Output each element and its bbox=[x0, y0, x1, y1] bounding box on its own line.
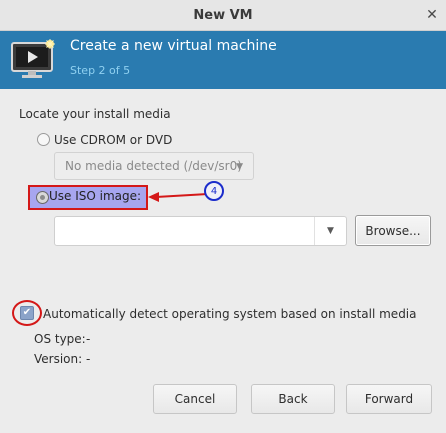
cdrom-device-value: No media detected (/dev/sr0) bbox=[65, 159, 242, 173]
version-label: Version: bbox=[34, 352, 83, 366]
close-icon[interactable]: ✕ bbox=[422, 5, 442, 25]
chevron-down-icon[interactable]: ▼ bbox=[314, 217, 346, 245]
vm-monitor-icon bbox=[11, 39, 55, 78]
browse-button[interactable]: Browse... bbox=[355, 215, 431, 246]
iso-path-combobox[interactable]: ▼ bbox=[54, 216, 347, 246]
cdrom-radio-label[interactable]: Use CDROM or DVD bbox=[54, 133, 172, 147]
banner-heading: Create a new virtual machine bbox=[70, 38, 277, 54]
iso-radio[interactable] bbox=[36, 191, 49, 204]
annotation-arrow-icon bbox=[148, 192, 209, 202]
annotation-step-badge: 4 bbox=[204, 181, 224, 201]
step-indicator: Step 2 of 5 bbox=[70, 64, 131, 77]
os-type-label: OS type: bbox=[34, 332, 86, 346]
forward-button[interactable]: Forward bbox=[346, 384, 432, 414]
version-value: - bbox=[86, 352, 91, 366]
install-media-label: Locate your install media bbox=[19, 107, 171, 121]
cdrom-radio[interactable] bbox=[37, 133, 50, 146]
header-banner: Create a new virtual machine Step 2 of 5 bbox=[0, 31, 446, 89]
cancel-button[interactable]: Cancel bbox=[153, 384, 237, 414]
chevron-down-icon: ▼ bbox=[236, 162, 243, 172]
iso-radio-label[interactable]: Use ISO image: bbox=[49, 189, 141, 203]
auto-detect-checkbox[interactable]: ✔ bbox=[20, 306, 34, 320]
iso-path-input[interactable] bbox=[55, 217, 315, 245]
auto-detect-label[interactable]: Automatically detect operating system ba… bbox=[43, 307, 417, 321]
window-titlebar: New VM ✕ bbox=[0, 0, 446, 31]
cdrom-device-select: No media detected (/dev/sr0) ▼ bbox=[54, 152, 254, 180]
os-type-value: - bbox=[86, 332, 91, 346]
dialog-content: Locate your install media Use CDROM or D… bbox=[0, 89, 446, 433]
back-button[interactable]: Back bbox=[251, 384, 335, 414]
window-title: New VM bbox=[193, 7, 253, 23]
